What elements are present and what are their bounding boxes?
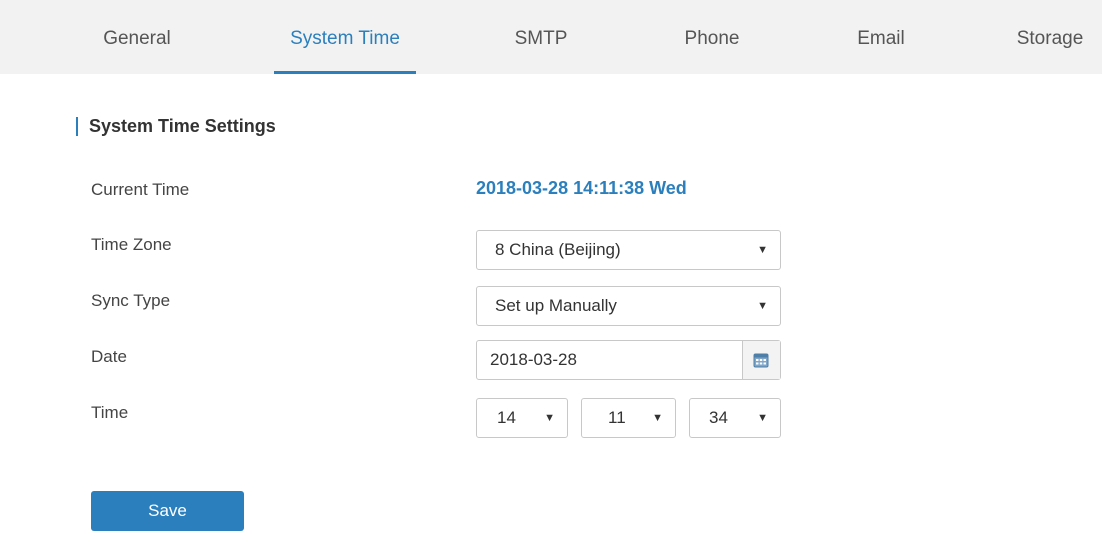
second-value: 34 [709,408,728,427]
calendar-button[interactable] [742,341,780,379]
save-button[interactable]: Save [91,491,244,531]
current-time-label: Current Time [91,180,190,199]
tab-general[interactable]: General [98,0,176,74]
caret-down-icon: ▼ [544,412,555,424]
tab-phone[interactable]: Phone [677,0,747,74]
current-time-value: 2018-03-28 14:11:38 Wed [476,178,687,198]
tab-storage[interactable]: Storage [1010,0,1090,74]
tab-smtp[interactable]: SMTP [508,0,574,74]
caret-down-icon: ▼ [757,412,768,424]
hour-select[interactable]: 14 ▼ [476,398,568,438]
caret-down-icon: ▼ [757,300,768,312]
tab-email[interactable]: Email [851,0,911,74]
date-field [476,340,781,380]
minute-value: 11 [608,408,626,427]
time-label: Time [91,403,129,422]
tab-bar: General System Time SMTP Phone Email Sto… [0,0,1102,74]
time-zone-label: Time Zone [91,235,172,254]
sync-type-value: Set up Manually [495,296,617,315]
time-zone-select[interactable]: 8 China (Beijing) ▼ [476,230,781,270]
second-select[interactable]: 34 ▼ [689,398,781,438]
minute-select[interactable]: 11 ▼ [581,398,676,438]
date-label: Date [91,347,127,366]
tab-system-time[interactable]: System Time [274,0,416,74]
sync-type-select[interactable]: Set up Manually ▼ [476,286,781,326]
date-input[interactable] [477,341,743,379]
caret-down-icon: ▼ [652,412,663,424]
section-title: System Time Settings [89,116,276,136]
time-zone-value: 8 China (Beijing) [495,240,621,259]
sync-type-label: Sync Type [91,291,171,310]
hour-value: 14 [497,408,516,427]
active-tab-indicator [274,71,416,74]
calendar-icon [753,353,769,368]
caret-down-icon: ▼ [757,244,768,256]
